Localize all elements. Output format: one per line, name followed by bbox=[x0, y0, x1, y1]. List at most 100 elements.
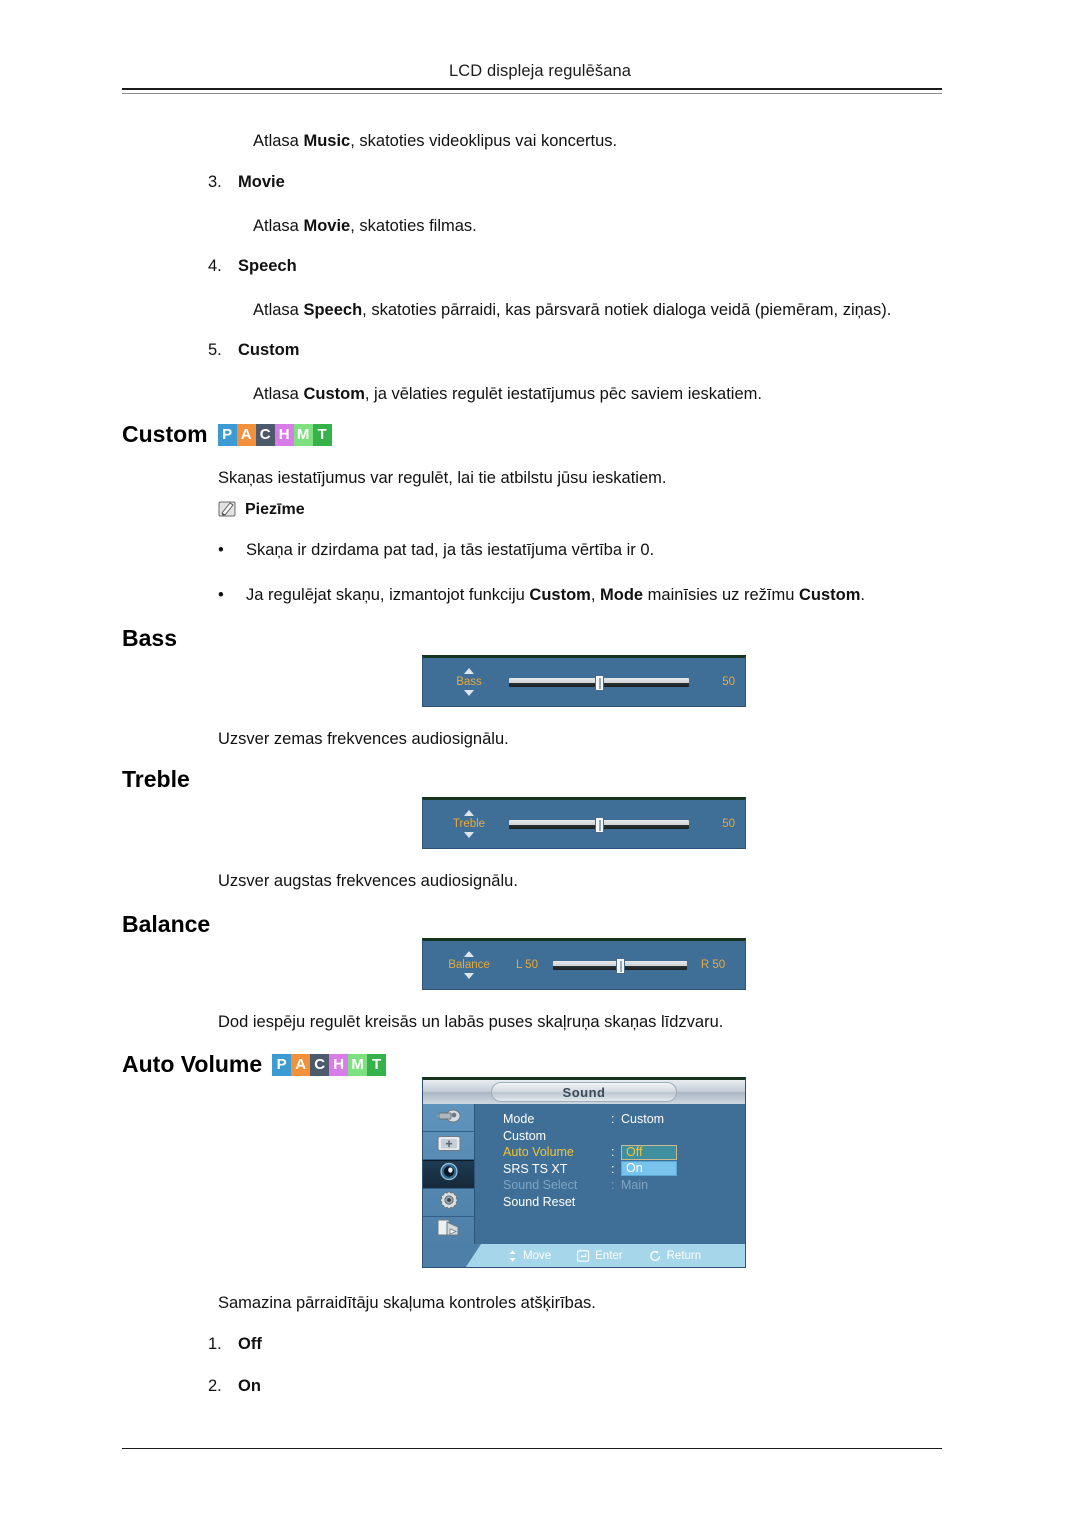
sidebar-item-setup[interactable] bbox=[423, 1189, 474, 1217]
return-icon bbox=[649, 1250, 660, 1261]
list-item-custom-heading: 5. Custom bbox=[208, 341, 299, 360]
document-page: LCD displeja regulēšana Atlasa Music, sk… bbox=[0, 0, 1080, 1527]
osd-row-sound-select[interactable]: Sound Select: Main bbox=[503, 1177, 745, 1194]
section-heading-balance: Balance bbox=[122, 911, 210, 938]
section-heading-bass-label: Bass bbox=[122, 625, 177, 651]
header-divider bbox=[122, 88, 942, 94]
setup-gear-icon bbox=[437, 1190, 461, 1215]
sidebar-item-input-source[interactable] bbox=[423, 1104, 474, 1133]
osd-row-label: Custom bbox=[503, 1128, 547, 1143]
osd-row-label: Auto Volume bbox=[503, 1145, 574, 1160]
treble-spinner[interactable]: Treble bbox=[433, 809, 505, 839]
osd-row-label: SRS TS XT bbox=[503, 1161, 568, 1176]
balance-slider-track[interactable] bbox=[553, 957, 687, 974]
arrow-up-icon[interactable] bbox=[464, 950, 474, 957]
enter-icon bbox=[577, 1249, 590, 1262]
list-item-custom-desc: Atlasa Custom, ja vēlaties regulēt iesta… bbox=[253, 383, 762, 405]
input-source-icon bbox=[436, 1106, 462, 1130]
balance-slider-handle[interactable] bbox=[615, 957, 625, 974]
bass-slider-label: Bass bbox=[456, 675, 482, 688]
custom-desc-post: , ja vēlaties regulēt iestatījumus pēc s… bbox=[364, 385, 762, 403]
pachmt-badge-strip-auto-volume: PACHMT bbox=[272, 1053, 387, 1076]
note-piezime: Piezīme bbox=[218, 500, 305, 519]
b2-post: . bbox=[860, 586, 865, 604]
footer-enter-label: Enter bbox=[595, 1249, 623, 1262]
badge-h: H bbox=[274, 423, 294, 446]
footer-return-label: Return bbox=[666, 1249, 702, 1262]
footer-return[interactable]: Return bbox=[649, 1249, 702, 1262]
list-label: Speech bbox=[238, 257, 297, 275]
footer-move[interactable]: Move bbox=[507, 1250, 551, 1262]
note-label: Piezīme bbox=[245, 500, 305, 518]
b2-mid-1: , bbox=[590, 586, 600, 604]
list-number: 3. bbox=[208, 173, 222, 191]
osd-row-value[interactable]: On bbox=[621, 1161, 677, 1177]
osd-row-value[interactable]: Custom bbox=[621, 1112, 664, 1126]
note-pencil-icon bbox=[218, 500, 239, 519]
b2-bold-2: Mode bbox=[600, 586, 644, 604]
section-heading-auto-volume-label: Auto Volume bbox=[122, 1051, 263, 1077]
arrow-down-icon[interactable] bbox=[464, 973, 474, 980]
option-number: 1. bbox=[208, 1335, 222, 1353]
osd-row-srs-ts-xt[interactable]: SRS TS XT: On bbox=[503, 1161, 745, 1178]
auto-volume-option-off: 1. Off bbox=[208, 1335, 262, 1354]
list-item-speech-desc: Atlasa Speech, skatoties pārraidi, kas p… bbox=[253, 299, 891, 321]
b2-bold-3: Custom bbox=[798, 586, 861, 604]
footer-enter[interactable]: Enter bbox=[577, 1250, 623, 1262]
list-label: Custom bbox=[238, 341, 300, 359]
badge-t: T bbox=[312, 423, 332, 446]
intro-music-paragraph: Atlasa Music, skatoties videoklipus vai … bbox=[253, 130, 617, 152]
intro-bold: Music bbox=[303, 132, 351, 150]
speech-desc-post: , skatoties pārraidi, kas pārsvarā notie… bbox=[362, 301, 892, 319]
badge-m: M bbox=[348, 1053, 368, 1076]
b2-bold-1: Custom bbox=[529, 586, 591, 604]
custom-description: Skaņas iestatījumus var regulēt, lai tie… bbox=[218, 469, 667, 487]
b2-pre: Ja regulējat skaņu, izmantojot funkciju bbox=[246, 586, 530, 604]
osd-row-value[interactable]: Main bbox=[621, 1178, 648, 1192]
arrow-up-icon[interactable] bbox=[464, 809, 474, 816]
list-number: 5. bbox=[208, 341, 222, 359]
section-heading-custom: Custom PACHMT bbox=[122, 421, 332, 448]
treble-slider-track[interactable] bbox=[509, 816, 689, 833]
custom-bullet-1: • Skaņa ir dzirdama pat tad, ja tās iesta… bbox=[218, 541, 654, 560]
osd-sound-menu[interactable]: Sound Mode: Custom Custom Auto Volume:… bbox=[422, 1077, 746, 1268]
treble-slider-value: 50 bbox=[722, 818, 735, 830]
balance-description: Dod iespēju regulēt kreisās un labās pus… bbox=[218, 1013, 724, 1031]
bass-spinner[interactable]: Bass bbox=[433, 667, 505, 697]
osd-slider-treble[interactable]: Treble 50 bbox=[422, 797, 746, 849]
badge-c: C bbox=[255, 423, 275, 446]
balance-right-value: R 50 bbox=[700, 959, 726, 971]
osd-row-value[interactable]: Off bbox=[621, 1144, 677, 1160]
sound-icon bbox=[437, 1162, 461, 1186]
osd-row-colon: : bbox=[611, 1178, 615, 1193]
sidebar-item-sound[interactable] bbox=[423, 1160, 474, 1189]
osd-slider-balance[interactable]: Balance L 50 R 50 bbox=[422, 938, 746, 990]
custom-bullet-2: • Ja regulējat skaņu, izmantojot funkciju… bbox=[218, 586, 865, 605]
osd-row-custom[interactable]: Custom bbox=[503, 1128, 745, 1145]
osd-slider-bass[interactable]: Bass 50 bbox=[422, 655, 746, 707]
speech-desc-pre: Atlasa bbox=[253, 301, 304, 319]
balance-spinner[interactable]: Balance bbox=[433, 950, 505, 980]
arrow-down-icon[interactable] bbox=[464, 832, 474, 839]
option-label: On bbox=[238, 1377, 261, 1395]
bass-slider-handle[interactable] bbox=[594, 674, 604, 691]
arrow-up-icon[interactable] bbox=[464, 667, 474, 674]
movie-desc-pre: Atlasa bbox=[253, 217, 304, 235]
list-label: Movie bbox=[238, 173, 285, 191]
arrow-down-icon[interactable] bbox=[464, 690, 474, 697]
movie-desc-post: , skatoties filmas. bbox=[350, 217, 477, 235]
osd-row-sound-reset[interactable]: Sound Reset bbox=[503, 1194, 745, 1211]
intro-post: , skatoties videoklipus vai koncertus. bbox=[350, 132, 618, 150]
sidebar-item-picture[interactable] bbox=[423, 1132, 474, 1161]
osd-row-auto-volume[interactable]: Auto Volume: Off bbox=[503, 1144, 745, 1161]
osd-title-pill: Sound bbox=[491, 1082, 677, 1102]
osd-footer: Move Enter Return bbox=[423, 1244, 745, 1267]
osd-row-mode[interactable]: Mode: Custom bbox=[503, 1111, 745, 1128]
footer-divider bbox=[122, 1448, 942, 1451]
treble-slider-handle[interactable] bbox=[594, 816, 604, 833]
badge-m: M bbox=[293, 423, 313, 446]
bass-slider-track[interactable] bbox=[509, 674, 689, 691]
osd-sidebar[interactable] bbox=[423, 1104, 475, 1245]
pachmt-badge-strip-custom: PACHMT bbox=[217, 423, 332, 446]
sidebar-item-multi-control[interactable] bbox=[423, 1217, 474, 1245]
